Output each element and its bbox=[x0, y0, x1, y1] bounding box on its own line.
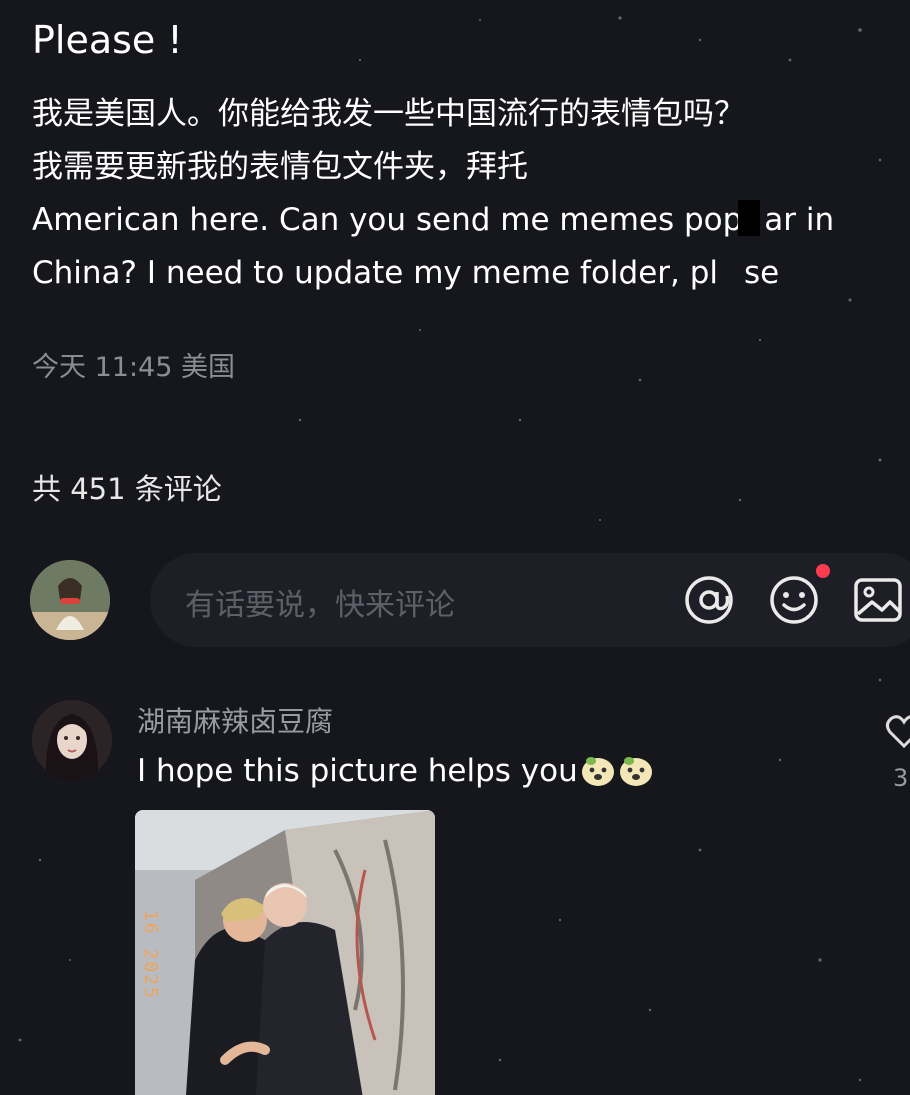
post-body-line: China? I need to update my meme folder, … bbox=[32, 247, 892, 300]
dog-emoji-icon bbox=[619, 757, 652, 786]
comment-text: I hope this picture helps you bbox=[137, 753, 654, 789]
commenter-avatar[interactable] bbox=[32, 700, 112, 780]
commenter-avatar-image bbox=[32, 700, 112, 780]
avatar[interactable] bbox=[30, 560, 110, 640]
at-icon[interactable] bbox=[683, 574, 735, 626]
like-count: 3 bbox=[893, 764, 909, 792]
comment-count: 共 451 条评论 bbox=[32, 472, 222, 506]
comment-text-content: I hope this picture helps you bbox=[137, 753, 578, 789]
notification-dot bbox=[816, 564, 830, 578]
post-body-line: American here. Can you send me memes pop… bbox=[32, 194, 892, 247]
post-body-line: 我是美国人。你能给我发一些中国流行的表情包吗？ bbox=[32, 96, 745, 132]
emoji-icon[interactable] bbox=[768, 574, 820, 626]
post-body: 我是美国人。你能给我发一些中国流行的表情包吗？ 我需要更新我的表情包文件夹，拜托… bbox=[32, 88, 892, 300]
post-body-line: 我需要更新我的表情包文件夹，拜托 bbox=[32, 149, 528, 185]
post-body-fragment: American here. Can you send me memes pop bbox=[32, 202, 743, 238]
post-body-fragment: China? I need to update my meme folder, … bbox=[32, 255, 719, 291]
avatar-image bbox=[30, 560, 110, 640]
post-meta: 今天 11:45 美国 bbox=[32, 352, 235, 383]
dog-emoji-icon bbox=[581, 757, 614, 786]
comment-username[interactable]: 湖南麻辣卤豆腐 bbox=[137, 700, 333, 740]
heart-icon[interactable] bbox=[884, 712, 910, 752]
post-body-fragment: ar in bbox=[764, 202, 835, 238]
photo-watermark: 16 2025 bbox=[140, 910, 161, 1000]
comment-photo bbox=[135, 810, 435, 1095]
post-title: Please ! bbox=[32, 18, 183, 62]
comment-input-placeholder: 有话要说，快来评论 bbox=[185, 588, 455, 623]
post-body-fragment: se bbox=[744, 255, 780, 291]
redaction-block bbox=[718, 253, 745, 289]
comment-image[interactable]: 16 2025 bbox=[135, 810, 435, 1095]
image-icon[interactable] bbox=[852, 574, 904, 626]
redaction-block bbox=[738, 200, 761, 236]
